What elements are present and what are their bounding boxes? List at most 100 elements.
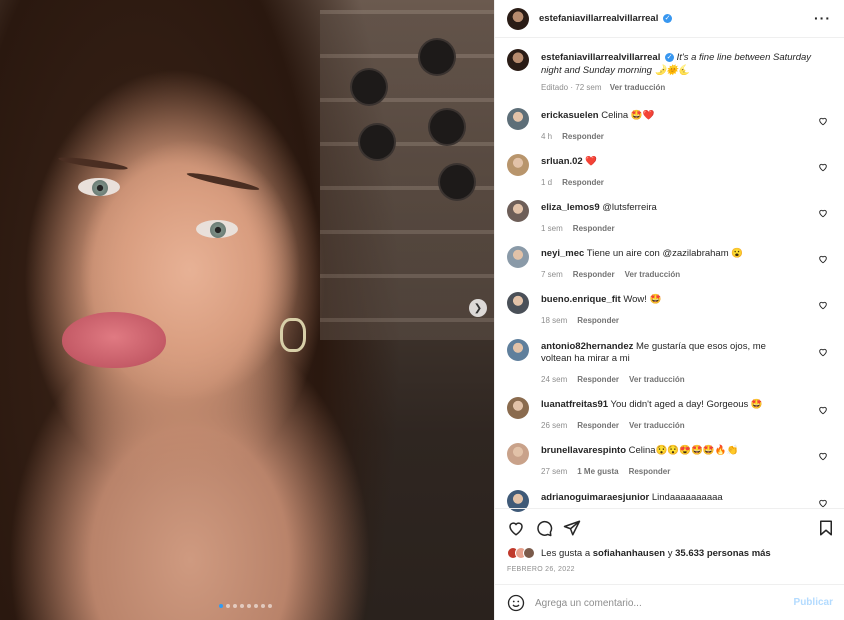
comment-like-icon[interactable] — [818, 116, 828, 126]
comment-like-icon[interactable] — [818, 162, 828, 172]
commenter-avatar[interactable] — [507, 443, 529, 465]
caption-username[interactable]: estefaniavillarrealvillarreal — [541, 52, 660, 63]
eyebrow — [186, 170, 260, 193]
commenter-username[interactable]: srluan.02 — [541, 156, 583, 167]
commenter-username[interactable]: neyi_mec — [541, 248, 584, 259]
background-plate — [420, 40, 454, 74]
commenter-username[interactable]: bueno.enrique_fit — [541, 294, 621, 305]
carousel-dot — [254, 604, 258, 608]
carousel-dot — [268, 604, 272, 608]
carousel-dot — [261, 604, 265, 608]
eyebrow — [57, 155, 129, 172]
translate-link[interactable]: Ver traducción — [629, 421, 685, 430]
comment-text: Tiene un aire con @zazilabraham 😮 — [586, 248, 744, 259]
reply-button[interactable]: Responder — [629, 467, 671, 476]
translate-link[interactable]: Ver traducción — [625, 270, 681, 279]
comment-like-icon[interactable] — [818, 254, 828, 264]
comment-time: 26 sem — [541, 421, 568, 430]
comment-like-icon[interactable] — [818, 208, 828, 218]
comment-text: @lutsferreira — [602, 202, 657, 213]
author-avatar[interactable] — [507, 8, 529, 30]
comment-time: 7 sem — [541, 270, 563, 279]
comment-meta: 24 sem Responder Ver traducción — [541, 375, 695, 384]
likes-middle: y — [667, 547, 673, 559]
comment-time: 1 d — [541, 178, 553, 187]
reply-button[interactable]: Responder — [573, 224, 615, 233]
comment-row: neyi_mec Tiene un aire con @zazilabraham… — [507, 246, 837, 290]
comment-row: bueno.enrique_fit Wow! 🤩 18 sem Responder — [507, 292, 837, 336]
comment-likes[interactable]: 1 Me gusta — [577, 467, 618, 476]
commenter-avatar[interactable] — [507, 108, 529, 130]
comment-icon[interactable] — [535, 519, 553, 537]
comment-meta: 18 sem Responder — [541, 316, 629, 325]
translate-link[interactable]: Ver traducción — [629, 375, 685, 384]
comment-row: srluan.02 ❤️ 1 d Responder — [507, 154, 837, 198]
commenter-avatar[interactable] — [507, 246, 529, 268]
caption-avatar[interactable] — [507, 49, 529, 71]
caption-edited-time: Editado · 72 sem — [541, 83, 602, 92]
commenter-avatar[interactable] — [507, 292, 529, 314]
reply-button[interactable]: Responder — [577, 375, 619, 384]
comment-like-icon[interactable] — [818, 405, 828, 415]
commenter-username[interactable]: brunellavarespinto — [541, 445, 626, 456]
comment-text: Wow! 🤩 — [623, 294, 662, 305]
heart-icon[interactable] — [507, 519, 525, 537]
comment-composer: Publicar — [495, 584, 844, 620]
commenter-username[interactable]: erickasuelen — [541, 110, 599, 121]
comment-like-icon[interactable] — [818, 498, 828, 508]
comment-time: 1 sem — [541, 224, 563, 233]
comment-meta: 1 d Responder — [541, 178, 614, 187]
commenter-username[interactable]: eliza_lemos9 — [541, 202, 600, 213]
post-date: FEBRERO 26, 2022 — [507, 566, 575, 573]
comment-like-icon[interactable] — [818, 347, 828, 357]
comment-text: You didn't aged a day! Gorgeous 🤩 — [610, 399, 763, 410]
likes-prefix: Les gusta a — [541, 547, 591, 559]
background-plate — [440, 165, 474, 199]
emoji-icon[interactable] — [507, 594, 525, 612]
comment-time: 18 sem — [541, 316, 568, 325]
reply-button[interactable]: Responder — [577, 316, 619, 325]
reply-button[interactable]: Responder — [562, 132, 604, 141]
commenter-username[interactable]: antonio82hernandez — [541, 341, 633, 352]
commenter-avatar[interactable] — [507, 339, 529, 361]
commenter-avatar[interactable] — [507, 200, 529, 222]
chevron-right-icon: ❯ — [473, 302, 483, 314]
reply-button[interactable]: Responder — [573, 270, 615, 279]
comment-row: eliza_lemos9 @lutsferreira 1 sem Responder — [507, 200, 837, 244]
likes-summary: Les gusta a sofiahanhausen y 35.633 pers… — [507, 547, 771, 559]
bookmark-icon[interactable] — [817, 519, 835, 537]
reply-button[interactable]: Responder — [562, 178, 604, 187]
publish-button[interactable]: Publicar — [794, 597, 833, 608]
comment-like-icon[interactable] — [818, 300, 828, 310]
comment-time: 27 sem — [541, 467, 568, 476]
author-username[interactable]: estefaniavillarrealvillarreal — [539, 13, 658, 24]
post-photo[interactable]: ❯ — [0, 0, 494, 620]
more-icon[interactable]: ··· — [814, 10, 831, 26]
reply-button[interactable]: Responder — [577, 421, 619, 430]
comment-time: 4 h — [541, 132, 553, 141]
next-photo-button[interactable]: ❯ — [469, 299, 487, 317]
comment-like-icon[interactable] — [818, 451, 828, 461]
carousel-dot — [233, 604, 237, 608]
commenter-avatar[interactable] — [507, 154, 529, 176]
comment-text: Celina 🤩❤️ — [601, 110, 655, 121]
post-details-panel: estefaniavillarrealvillarreal ✓ ··· este… — [494, 0, 844, 620]
comment-meta: 1 sem Responder — [541, 224, 625, 233]
carousel-indicator — [219, 604, 272, 608]
comment-text: Lindaaaaaaaaaa — [651, 492, 723, 503]
commenter-username[interactable]: adrianoguimaraesjunior — [541, 492, 649, 503]
share-icon[interactable] — [563, 519, 581, 537]
carousel-dot — [219, 604, 223, 608]
commenter-username[interactable]: luanatfreitas91 — [541, 399, 608, 410]
comment-meta: 27 sem 1 Me gusta Responder — [541, 467, 680, 476]
comment-row: erickasuelen Celina 🤩❤️ 4 h Responder — [507, 108, 837, 152]
comment-meta: 7 sem Responder Ver traducción — [541, 270, 690, 279]
background-plate — [352, 70, 386, 104]
verified-icon: ✓ — [665, 53, 674, 62]
caption-translate-link[interactable]: Ver traducción — [610, 83, 666, 92]
comment-input[interactable] — [535, 594, 775, 612]
commenter-avatar[interactable] — [507, 397, 529, 419]
likes-user[interactable]: sofiahanhausen — [593, 548, 665, 559]
likes-count[interactable]: 35.633 personas más — [675, 548, 771, 559]
carousel-dot — [240, 604, 244, 608]
